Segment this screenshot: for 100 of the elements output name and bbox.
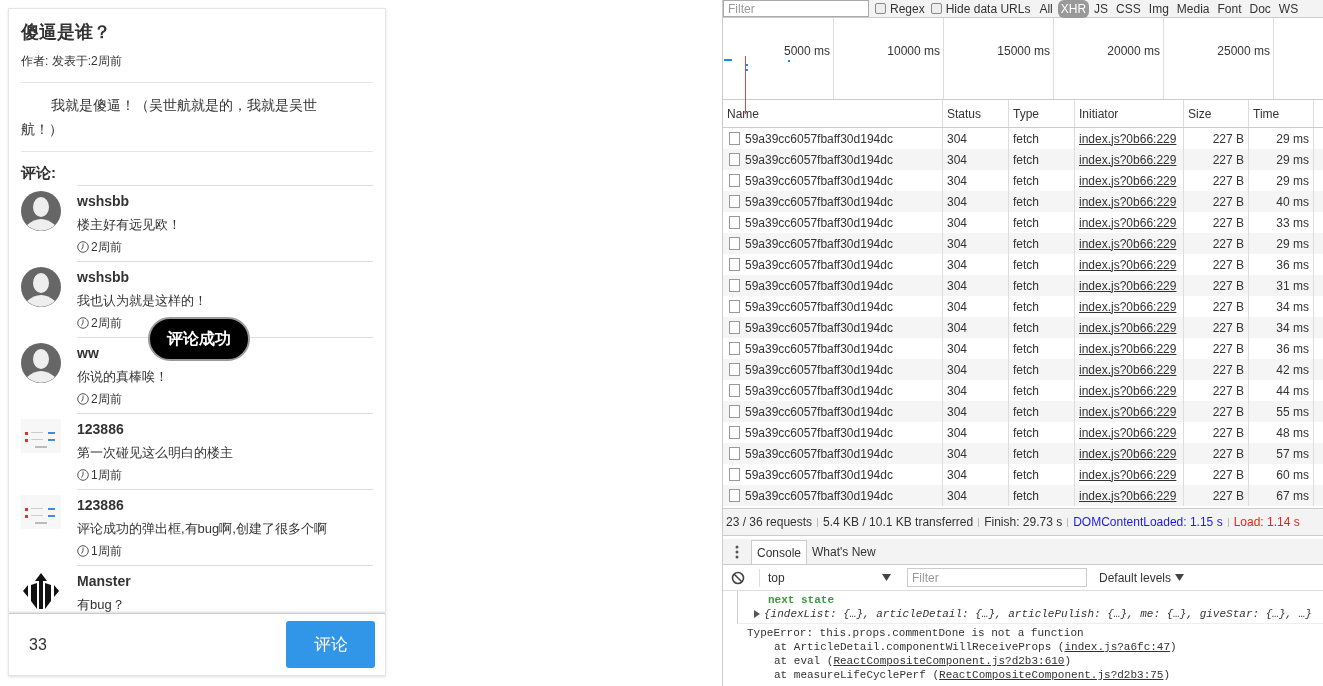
- table-cell-text: 304: [947, 403, 968, 421]
- initiator-link[interactable]: index.js?0b66:229: [1079, 465, 1177, 484]
- initiator-link[interactable]: index.js?0b66:229: [1079, 318, 1177, 337]
- initiator-link[interactable]: index.js?0b66:229: [1079, 381, 1177, 400]
- table-cell-text: 59a39cc6057fbaff30d194dc: [745, 382, 893, 400]
- initiator-link[interactable]: index.js?0b66:229: [1079, 150, 1177, 169]
- source-link[interactable]: index.js?a6fc:47: [1064, 640, 1171, 654]
- table-cell-text: 227 B: [1212, 403, 1244, 421]
- table-cell-text: fetch: [1013, 466, 1039, 484]
- table-cell-text: fetch: [1013, 214, 1039, 232]
- clear-icon[interactable]: [731, 570, 745, 585]
- table-cell-text: 36 ms: [1276, 256, 1309, 274]
- initiator-link[interactable]: index.js?0b66:229: [1079, 171, 1177, 190]
- type-filter[interactable]: All: [1036, 0, 1056, 18]
- clock-icon: [77, 316, 89, 329]
- console-filter-field[interactable]: Filter: [907, 568, 1087, 587]
- initiator-link[interactable]: index.js?0b66:229: [1079, 213, 1177, 232]
- initiator-link[interactable]: index.js?0b66:229: [1079, 444, 1177, 463]
- table-cell-text: fetch: [1013, 382, 1039, 400]
- type-filter[interactable]: Doc: [1246, 0, 1274, 18]
- table-cell-text: 59a39cc6057fbaff30d194dc: [745, 487, 893, 505]
- file-icon: [729, 132, 740, 145]
- type-filter[interactable]: Media: [1173, 0, 1213, 18]
- table-cell-text: 34 ms: [1276, 298, 1309, 316]
- table-cell-text: 304: [947, 193, 968, 211]
- checkbox[interactable]: [875, 3, 886, 14]
- column-header[interactable]: Status: [943, 100, 1009, 127]
- file-icon: [729, 258, 740, 271]
- table-cell-text: fetch: [1013, 361, 1039, 379]
- initiator-link[interactable]: index.js?0b66:229: [1079, 129, 1177, 148]
- table-cell-text: 59a39cc6057fbaff30d194dc: [745, 403, 893, 421]
- table-cell-text: 59a39cc6057fbaff30d194dc: [745, 151, 893, 169]
- summary-text: 5.4 KB / 10.1 KB transferred: [823, 514, 974, 531]
- table-cell-text: 304: [947, 130, 968, 148]
- table-cell-text: 304: [947, 256, 968, 274]
- article-meta: 作者: 发表于:2周前: [21, 52, 373, 83]
- type-filter[interactable]: CSS: [1113, 0, 1144, 18]
- table-cell-text: 59a39cc6057fbaff30d194dc: [745, 445, 893, 463]
- stack-frame: at eval (: [774, 654, 834, 668]
- levels-dropdown[interactable]: Default levels: [1099, 568, 1185, 587]
- column-header[interactable]: Initiator: [1075, 100, 1184, 127]
- initiator-link[interactable]: index.js?0b66:229: [1079, 486, 1177, 505]
- source-link[interactable]: ReactCompositeComponent.js?d2b3:75: [939, 668, 1164, 682]
- table-cell-text: 59a39cc6057fbaff30d194dc: [745, 235, 893, 253]
- table-cell-text: 59a39cc6057fbaff30d194dc: [745, 319, 893, 337]
- drawer-tab[interactable]: Console: [751, 540, 808, 564]
- table-cell-text: 59a39cc6057fbaff30d194dc: [745, 193, 893, 211]
- source-link[interactable]: ReactCompositeComponent.js?d2b3:610: [833, 654, 1065, 668]
- table-cell-text: 227 B: [1212, 130, 1244, 148]
- type-filter[interactable]: Img: [1145, 0, 1172, 18]
- type-filter[interactable]: WS: [1275, 0, 1302, 18]
- initiator-link[interactable]: index.js?0b66:229: [1079, 423, 1177, 442]
- article-title: 傻逼是谁？: [21, 21, 112, 44]
- summary-text: Finish: 29.73 s: [984, 514, 1063, 531]
- table-cell-text: 227 B: [1212, 151, 1244, 169]
- initiator-link[interactable]: index.js?0b66:229: [1079, 276, 1177, 295]
- column-header[interactable]: Time: [1249, 100, 1314, 127]
- initiator-link[interactable]: index.js?0b66:229: [1079, 360, 1177, 379]
- initiator-link[interactable]: index.js?0b66:229: [1079, 339, 1177, 358]
- table-cell-text: 29 ms: [1276, 151, 1309, 169]
- filter-field[interactable]: Filter: [723, 0, 869, 17]
- context-select[interactable]: top: [759, 568, 895, 587]
- timeline-tick: 5000 ms: [783, 43, 830, 60]
- table-cell-text: 36 ms: [1276, 340, 1309, 358]
- comment-time: 2周前: [91, 238, 122, 255]
- table-cell-text: 57 ms: [1276, 445, 1309, 463]
- initiator-link[interactable]: index.js?0b66:229: [1079, 402, 1177, 421]
- comment-text: 第一次碰见这么明白的楼主: [77, 443, 234, 462]
- comment-author: 123886: [77, 495, 125, 514]
- comment-time: 1周前: [91, 542, 122, 559]
- drawer-tab[interactable]: What's New: [807, 540, 881, 564]
- comment-text: 我也认为就是这样的！: [77, 291, 208, 310]
- column-header[interactable]: Type: [1009, 100, 1075, 127]
- comment-input[interactable]: 33: [19, 624, 219, 665]
- initiator-link[interactable]: index.js?0b66:229: [1079, 234, 1177, 253]
- log-object[interactable]: {indexList: {…}, articleDetail: {…}, articlePulish: {…}, me: {…}, giveStar: {…}, …}: [764, 607, 1312, 621]
- table-cell-text: 304: [947, 298, 968, 316]
- table-cell-text: fetch: [1013, 340, 1039, 358]
- type-filter[interactable]: Font: [1214, 0, 1245, 18]
- column-header[interactable]: Name: [723, 100, 943, 127]
- file-icon: [729, 237, 740, 250]
- comment-text: 你说的真棒唉！: [77, 367, 169, 386]
- expand-icon[interactable]: [754, 610, 760, 618]
- file-icon: [729, 216, 740, 229]
- table-cell-text: 59a39cc6057fbaff30d194dc: [745, 361, 893, 379]
- comment-author: ww: [77, 343, 100, 362]
- initiator-link[interactable]: index.js?0b66:229: [1079, 255, 1177, 274]
- table-cell-text: 34 ms: [1276, 319, 1309, 337]
- initiator-link[interactable]: index.js?0b66:229: [1079, 297, 1177, 316]
- table-cell-text: 304: [947, 382, 968, 400]
- column-header[interactable]: Size: [1184, 100, 1249, 127]
- table-cell-text: 59a39cc6057fbaff30d194dc: [745, 340, 893, 358]
- type-filter[interactable]: JS: [1091, 0, 1112, 18]
- avatar-thumbnail: [21, 418, 61, 453]
- initiator-link[interactable]: index.js?0b66:229: [1079, 192, 1177, 211]
- comment-author: wshsbb: [77, 191, 131, 210]
- table-cell-text: 304: [947, 151, 968, 169]
- caret-icon: [1175, 574, 1185, 581]
- file-icon: [729, 195, 740, 208]
- checkbox[interactable]: [930, 3, 942, 14]
